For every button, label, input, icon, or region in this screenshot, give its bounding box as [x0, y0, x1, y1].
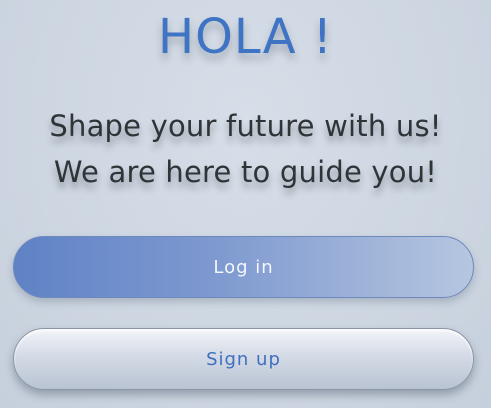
login-button-label: Log in — [213, 256, 274, 278]
welcome-screen: HOLA ! Shape your future with us! We are… — [0, 0, 491, 408]
tagline-line-2: We are here to guide you! — [53, 155, 438, 189]
login-button[interactable]: Log in — [13, 236, 474, 298]
greeting-title: HOLA ! — [157, 9, 334, 65]
tagline-line-1: Shape your future with us! — [49, 109, 442, 143]
signup-button[interactable]: Sign up — [13, 328, 474, 390]
signup-button-label: Sign up — [206, 348, 281, 370]
